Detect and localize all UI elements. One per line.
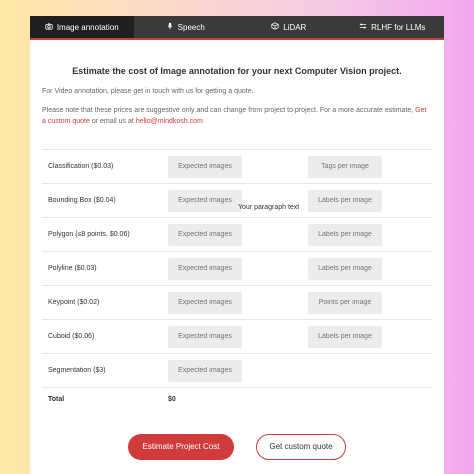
total-row: Total $0 — [42, 387, 432, 412]
action-buttons: Estimate Project Cost Get custom quote — [128, 433, 444, 460]
tab-label: RLHF for LLMs — [371, 22, 426, 32]
expected-images-input[interactable] — [168, 257, 242, 280]
email-link[interactable]: hello@mindkosh.com — [136, 118, 203, 125]
pricing-table: Classification ($0.03) Bounding Box ($0.… — [42, 149, 432, 412]
expected-images-input[interactable] — [168, 189, 242, 212]
camera-icon — [45, 22, 53, 32]
pricing-note-text: Please note that these prices are sugges… — [42, 107, 414, 114]
tags-per-image-input[interactable] — [308, 155, 382, 178]
tab-label: Speech — [177, 22, 205, 32]
tab-image-annotation[interactable]: Image annotation — [30, 16, 134, 38]
table-row: Polygon (≤8 points, $0.06) — [42, 217, 432, 252]
total-value: $0 — [168, 387, 296, 412]
get-custom-quote-button[interactable]: Get custom quote — [256, 433, 346, 460]
row-label: Polyline ($0.03) — [42, 251, 168, 286]
labels-per-image-input[interactable] — [308, 223, 382, 246]
table-row: Keypoint ($0.02) — [42, 285, 432, 320]
table-row: Cuboid ($0.06) — [42, 319, 432, 354]
page-title: Estimate the cost of Image annotation fo… — [72, 66, 402, 76]
tab-lidar[interactable]: LiDAR — [237, 16, 341, 38]
table-row: Bounding Box ($0.04) — [42, 183, 432, 218]
estimator-card: Image annotation Speech LiDAR RLHF for L… — [30, 16, 444, 474]
estimate-cost-button[interactable]: Estimate Project Cost — [128, 433, 234, 460]
row-label: Keypoint ($0.02) — [42, 285, 168, 320]
total-label: Total — [42, 387, 168, 412]
video-note: For Video annotation, please get in touc… — [42, 88, 254, 95]
tab-label: LiDAR — [283, 22, 307, 32]
row-label: Cuboid ($0.06) — [42, 319, 168, 354]
pricing-note-mid: or email us at — [91, 118, 134, 125]
microphone-icon — [166, 22, 174, 32]
placeholder-paragraph: Your paragraph text — [238, 204, 300, 211]
labels-per-image-input[interactable] — [308, 189, 382, 212]
labels-per-image-input[interactable] — [308, 325, 382, 348]
pricing-note: Please note that these prices are sugges… — [30, 105, 444, 127]
sliders-icon — [359, 22, 367, 32]
table-row: Polyline ($0.03) — [42, 251, 432, 286]
tab-rlhf[interactable]: RLHF for LLMs — [341, 16, 445, 38]
row-label: Classification ($0.03) — [42, 149, 168, 184]
table-row: Segmentation ($3) — [42, 353, 432, 388]
points-per-image-input[interactable] — [308, 291, 382, 314]
lidar-icon — [271, 22, 279, 32]
row-label: Polygon (≤8 points, $0.06) — [42, 217, 168, 252]
expected-images-input[interactable] — [168, 325, 242, 348]
labels-per-image-input[interactable] — [308, 257, 382, 280]
expected-images-input[interactable] — [168, 223, 242, 246]
row-label: Segmentation ($3) — [42, 353, 168, 388]
table-row: Classification ($0.03) — [42, 149, 432, 184]
service-tabs: Image annotation Speech LiDAR RLHF for L… — [30, 16, 444, 40]
expected-images-input[interactable] — [168, 291, 242, 314]
tab-speech[interactable]: Speech — [134, 16, 238, 38]
expected-images-input[interactable] — [168, 155, 242, 178]
row-label: Bounding Box ($0.04) — [42, 183, 168, 218]
tab-label: Image annotation — [56, 22, 119, 32]
expected-images-input[interactable] — [168, 359, 242, 382]
